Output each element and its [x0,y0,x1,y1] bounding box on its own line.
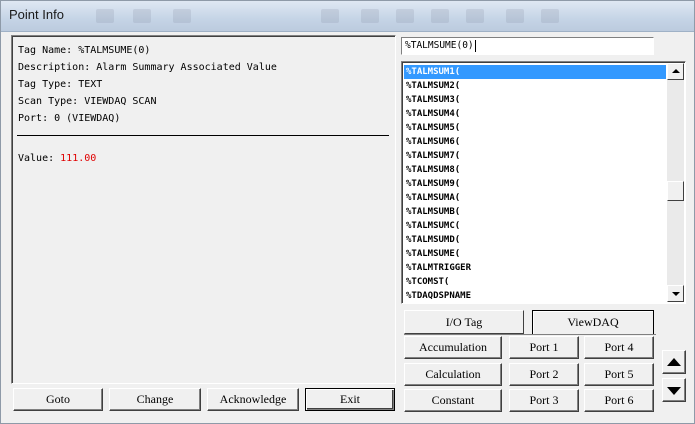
accumulation-button[interactable]: Accumulation [404,336,502,359]
tag-list-item[interactable]: %TALMSUM1( [404,65,666,79]
tag-search-value: %TALMSUME(0) [405,40,474,51]
window-title: Point Info [9,7,64,22]
up-arrow-icon [672,69,680,73]
tag-search-input[interactable]: %TALMSUME(0) [401,37,654,55]
tag-list-scrollbar[interactable] [667,63,684,302]
tag-list-item[interactable]: %TALMSUM6( [404,135,666,149]
toolbar-ghost-icon [431,9,449,23]
point-info-panel: Tag Name: %TALMSUME(0) Description: Alar… [11,35,396,384]
toolbar-ghost-icon [96,9,114,23]
point-info-window: Point Info Tag Name: %TALMSUME(0) Descri… [0,0,695,424]
port-5-button[interactable]: Port 5 [584,363,654,386]
tag-list[interactable]: %TALMSUM1(%TALMSUM2(%TALMSUM3(%TALMSUM4(… [401,61,686,304]
tag-list-item[interactable]: %TALMSUM9( [404,177,666,191]
page-up-button[interactable] [662,350,686,374]
toolbar-ghost-icon [321,9,339,23]
point-details: Tag Name: %TALMSUME(0) Description: Alar… [18,42,277,127]
tag-list-item[interactable]: %TALMSUMC( [404,219,666,233]
tag-list-item[interactable]: %TCOMST( [404,275,666,289]
tag-list-item[interactable]: %TALMSUM8( [404,163,666,177]
acknowledge-button[interactable]: Acknowledge [207,388,299,411]
tab-viewdaq[interactable]: ViewDAQ [532,310,654,335]
tag-list-item[interactable]: %TALMSUME( [404,247,666,261]
port-1-button[interactable]: Port 1 [509,336,579,359]
value-label: Value: [18,153,61,164]
tag-list-items: %TALMSUM1(%TALMSUM2(%TALMSUM3(%TALMSUM4(… [404,65,666,303]
tag-list-item[interactable]: %TALMSUM3( [404,93,666,107]
scroll-thumb[interactable] [667,181,684,201]
tab-underline [404,334,656,335]
tag-list-item[interactable]: %TALMTRIGGER [404,261,666,275]
calculation-button[interactable]: Calculation [404,363,502,386]
exit-button[interactable]: Exit [305,388,395,411]
port-6-button[interactable]: Port 6 [584,389,654,412]
up-arrow-icon [667,358,681,366]
tag-list-item[interactable]: %TALMSUMD( [404,233,666,247]
toolbar-ghost-icon [396,9,414,23]
text-caret [474,39,476,52]
tag-name-text: Tag Name: %TALMSUME(0) [18,45,151,56]
tag-list-item[interactable]: %TALMSUMB( [404,205,666,219]
tag-list-item[interactable]: %TALMSUMA( [404,191,666,205]
port-3-button[interactable]: Port 3 [509,389,579,412]
toolbar-ghost-icon [506,9,524,23]
port-text: Port: 0 (VIEWDAQ) [18,113,121,124]
tag-list-item[interactable]: %TALMSUM4( [404,107,666,121]
tag-list-item[interactable]: %TALMSUM5( [404,121,666,135]
description-text: Description: Alarm Summary Associated Va… [18,62,277,73]
scroll-down-button[interactable] [667,285,684,302]
constant-button[interactable]: Constant [404,389,502,412]
port-2-button[interactable]: Port 2 [509,363,579,386]
title-bar[interactable]: Point Info [1,1,694,32]
toolbar-ghost-icon [361,9,379,23]
value-row: Value: 111.00 [18,153,96,164]
tag-list-item[interactable]: %TALMSUM2( [404,79,666,93]
tag-type-text: Tag Type: TEXT [18,79,103,90]
page-down-button[interactable] [662,378,686,402]
tag-list-item[interactable]: %TDAQDSPNAME [404,289,666,303]
change-button[interactable]: Change [109,388,201,411]
scan-type-text: Scan Type: VIEWDAQ SCAN [18,96,157,107]
port-4-button[interactable]: Port 4 [584,336,654,359]
toolbar-ghost-icon [133,9,151,23]
value-text: 111.00 [60,153,97,164]
divider [17,135,389,136]
tab-io-tag[interactable]: I/O Tag [404,310,524,334]
toolbar-ghost-icon [173,9,191,23]
down-arrow-icon [667,387,681,395]
goto-button[interactable]: Goto [13,388,103,411]
tag-list-item[interactable]: %TALMSUM7( [404,149,666,163]
toolbar-ghost-icon [466,9,484,23]
toolbar-ghost-icon [541,9,559,23]
scroll-up-button[interactable] [667,63,684,80]
down-arrow-icon [672,292,680,296]
